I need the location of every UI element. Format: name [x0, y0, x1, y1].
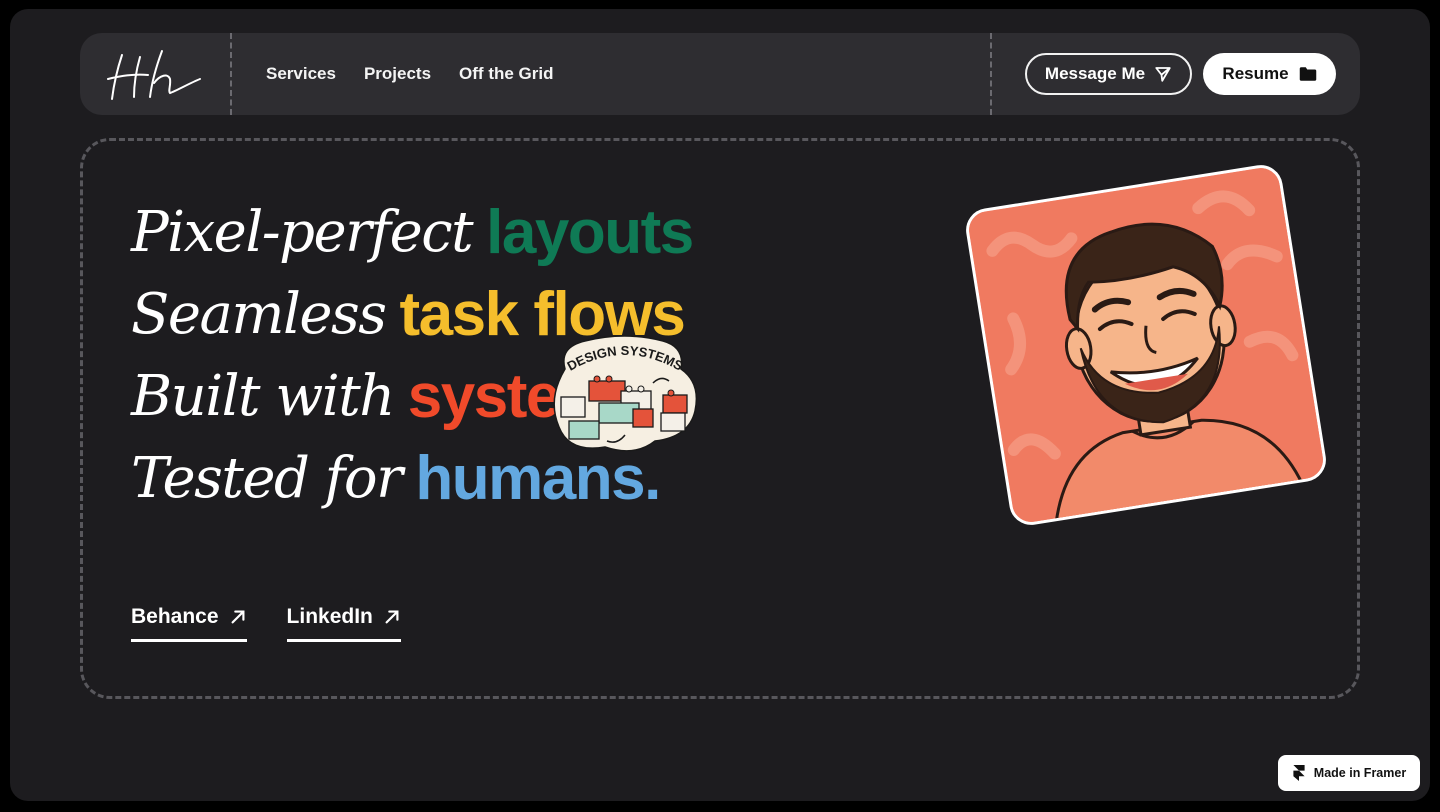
arrow-up-right-icon — [231, 610, 245, 624]
nav-links: Services Projects Off the Grid — [266, 33, 554, 115]
avatar-portrait — [966, 164, 1330, 529]
headline-script-4: Tested for — [131, 445, 403, 511]
headline-script-2: Seamless — [131, 281, 387, 347]
linkedin-link[interactable]: LinkedIn — [286, 605, 401, 642]
framer-logo-icon — [1293, 765, 1305, 781]
logo[interactable] — [104, 47, 204, 103]
social-links: Behance LinkedIn — [131, 605, 401, 642]
design-systems-sticker: DESIGN SYSTEMS — [553, 335, 698, 452]
behance-link[interactable]: Behance — [131, 605, 247, 642]
message-me-button[interactable]: Message Me — [1025, 53, 1192, 95]
nav-link-services[interactable]: Services — [266, 64, 336, 84]
headline-line-1: Pixel-perfect layouts — [131, 191, 771, 273]
resume-button[interactable]: Resume — [1203, 53, 1336, 95]
nav-divider-left — [230, 33, 232, 115]
arrow-up-right-icon — [385, 610, 399, 624]
folder-icon — [1299, 67, 1316, 81]
resume-label: Resume — [1222, 64, 1289, 83]
top-nav: Services Projects Off the Grid Message M… — [80, 33, 1360, 115]
behance-label: Behance — [131, 605, 219, 628]
nav-divider-right — [990, 33, 992, 115]
page-frame: Services Projects Off the Grid Message M… — [10, 9, 1430, 801]
nav-link-off-the-grid[interactable]: Off the Grid — [459, 64, 553, 84]
headline-bold-1: layouts — [486, 197, 694, 267]
message-me-label: Message Me — [1044, 64, 1146, 83]
linkedin-label: LinkedIn — [286, 605, 373, 628]
logo-signature-icon — [107, 50, 201, 100]
made-in-framer-label: Made in Framer — [1313, 766, 1407, 780]
hero-section: Pixel-perfect layouts Seamless task flow… — [80, 138, 1360, 699]
headline-script-1: Pixel-perfect — [131, 199, 474, 265]
nav-link-projects[interactable]: Projects — [364, 64, 431, 84]
made-in-framer-badge[interactable]: Made in Framer — [1278, 755, 1420, 791]
avatar-illustration — [962, 161, 1330, 529]
headline-script-3: Built with — [131, 363, 395, 429]
send-icon — [1155, 67, 1171, 82]
